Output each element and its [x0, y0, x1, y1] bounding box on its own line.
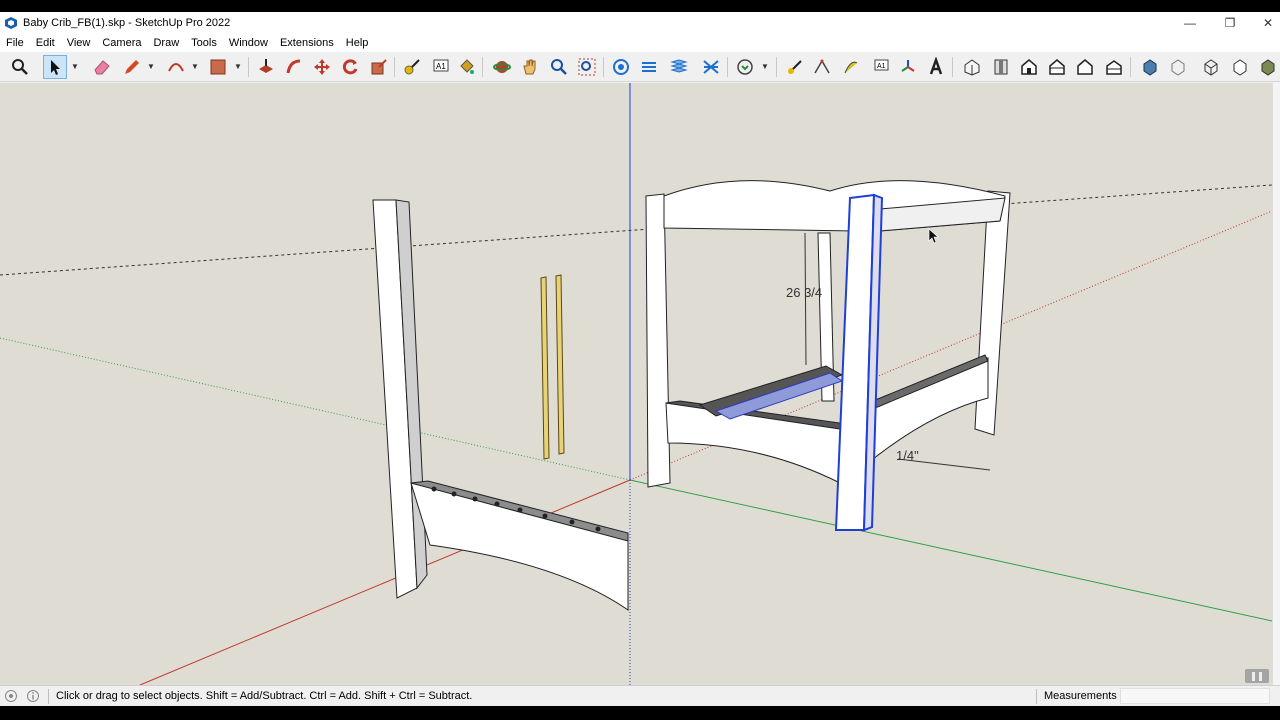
overlay-pause-icon[interactable]	[1245, 669, 1269, 683]
status-bar: Click or drag to select objects. Shift =…	[0, 685, 1280, 706]
front-view-icon[interactable]	[1017, 55, 1041, 79]
tape-measure-icon[interactable]	[400, 55, 424, 79]
eraser-icon[interactable]	[90, 55, 114, 79]
axes-flag-icon[interactable]	[839, 55, 863, 79]
sketchup-window: Baby Crib_FB(1).skp - SketchUp Pro 2022 …	[0, 12, 1280, 706]
loose-crib-post[interactable]	[372, 199, 428, 599]
top-view-icon[interactable]	[989, 55, 1013, 79]
select-dropdown-chevron-icon[interactable]: ▼	[71, 62, 79, 72]
menu-camera[interactable]: Camera	[96, 37, 147, 49]
close-button[interactable]: ✕	[1248, 12, 1280, 34]
components-icon[interactable]	[733, 55, 757, 79]
minimize-button[interactable]: —	[1170, 12, 1210, 34]
axes-icon[interactable]	[896, 55, 920, 79]
zoom-extents-icon[interactable]	[8, 55, 32, 79]
follow-me-icon[interactable]	[282, 55, 306, 79]
green-axis	[629, 479, 1272, 622]
dimension-text-icon[interactable]: A1	[869, 55, 893, 79]
red-axis	[139, 479, 631, 685]
measurements-label: Measurements	[1044, 690, 1117, 702]
measurements-input[interactable]	[1120, 688, 1270, 704]
menu-bar: File Edit View Camera Draw Tools Window …	[0, 34, 1280, 52]
section-cut-icon[interactable]	[667, 55, 691, 79]
menu-extensions[interactable]: Extensions	[274, 37, 340, 49]
selected-front-post[interactable]	[834, 193, 884, 532]
svg-text:A1: A1	[877, 63, 886, 70]
components-dropdown-chevron-icon[interactable]: ▼	[761, 62, 769, 72]
left-view-icon[interactable]	[1102, 55, 1126, 79]
info-icon[interactable]	[26, 689, 40, 703]
mouse-cursor-icon	[928, 228, 939, 244]
back-edges-icon[interactable]	[1166, 55, 1190, 79]
dashed-guide-line	[0, 184, 1272, 276]
geo-location-icon[interactable]	[4, 689, 18, 703]
paint-bucket-icon[interactable]	[455, 55, 479, 79]
xray-icon[interactable]	[1138, 55, 1162, 79]
sketchup-logo-icon	[5, 17, 17, 29]
3d-text-icon[interactable]	[924, 55, 948, 79]
orbit-icon[interactable]	[490, 55, 514, 79]
rotate-icon[interactable]	[338, 55, 362, 79]
select-arrow-icon[interactable]	[43, 55, 67, 79]
wireframe-icon[interactable]	[1199, 55, 1223, 79]
section-display-icon[interactable]	[637, 55, 661, 79]
model-canvas[interactable]: 26 3/4 1/4"	[0, 83, 1272, 685]
title-bar: Baby Crib_FB(1).skp - SketchUp Pro 2022 …	[0, 12, 1280, 34]
rectangle-icon[interactable]	[206, 55, 230, 79]
menu-window[interactable]: Window	[223, 37, 274, 49]
menu-draw[interactable]: Draw	[147, 37, 185, 49]
height-dimension-label[interactable]: 26 3/4	[786, 285, 822, 300]
restore-button[interactable]: ❐	[1210, 12, 1250, 34]
tape-icon[interactable]	[783, 55, 807, 79]
hidden-line-icon[interactable]	[1228, 55, 1252, 79]
zoom-icon[interactable]	[547, 55, 571, 79]
move-icon[interactable]	[310, 55, 334, 79]
model-viewport[interactable]: 26 3/4 1/4"	[0, 83, 1272, 685]
status-hint-text: Click or drag to select objects. Shift =…	[56, 690, 473, 702]
section-fill-icon[interactable]	[699, 55, 723, 79]
scale-icon[interactable]	[367, 55, 391, 79]
iso-view-icon[interactable]	[960, 55, 984, 79]
yellow-dowels[interactable]	[540, 274, 565, 460]
green-axis-negative	[0, 337, 631, 481]
arc-dropdown-chevron-icon[interactable]: ▼	[191, 62, 199, 72]
svg-text:A1: A1	[436, 62, 446, 71]
end-rail-with-holes[interactable]	[410, 480, 629, 611]
menu-file[interactable]: File	[0, 37, 30, 49]
zoom-window-icon[interactable]	[575, 55, 599, 79]
right-view-icon[interactable]	[1045, 55, 1069, 79]
protractor-icon[interactable]	[810, 55, 834, 79]
shape-dropdown-chevron-icon[interactable]: ▼	[234, 62, 242, 72]
push-pull-icon[interactable]	[254, 55, 278, 79]
arc-icon[interactable]	[164, 55, 188, 79]
width-dimension-label[interactable]: 1/4"	[896, 448, 919, 463]
text-icon[interactable]: A1	[429, 55, 453, 79]
main-toolbar: ▼ ▼ ▼ ▼ A1 ▼ A1	[0, 52, 1280, 82]
vertical-scrollbar[interactable]	[1272, 83, 1280, 685]
shaded-icon[interactable]	[1256, 55, 1280, 79]
window-title: Baby Crib_FB(1).skp - SketchUp Pro 2022	[23, 17, 231, 29]
pencil-icon[interactable]	[120, 55, 144, 79]
pan-hand-icon[interactable]	[518, 55, 542, 79]
section-plane-icon[interactable]	[609, 55, 633, 79]
menu-edit[interactable]: Edit	[30, 37, 61, 49]
menu-help[interactable]: Help	[340, 37, 375, 49]
menu-tools[interactable]: Tools	[185, 37, 223, 49]
assembled-crib[interactable]	[645, 180, 1011, 532]
line-dropdown-chevron-icon[interactable]: ▼	[147, 62, 155, 72]
menu-view[interactable]: View	[61, 37, 97, 49]
back-view-icon[interactable]	[1073, 55, 1097, 79]
